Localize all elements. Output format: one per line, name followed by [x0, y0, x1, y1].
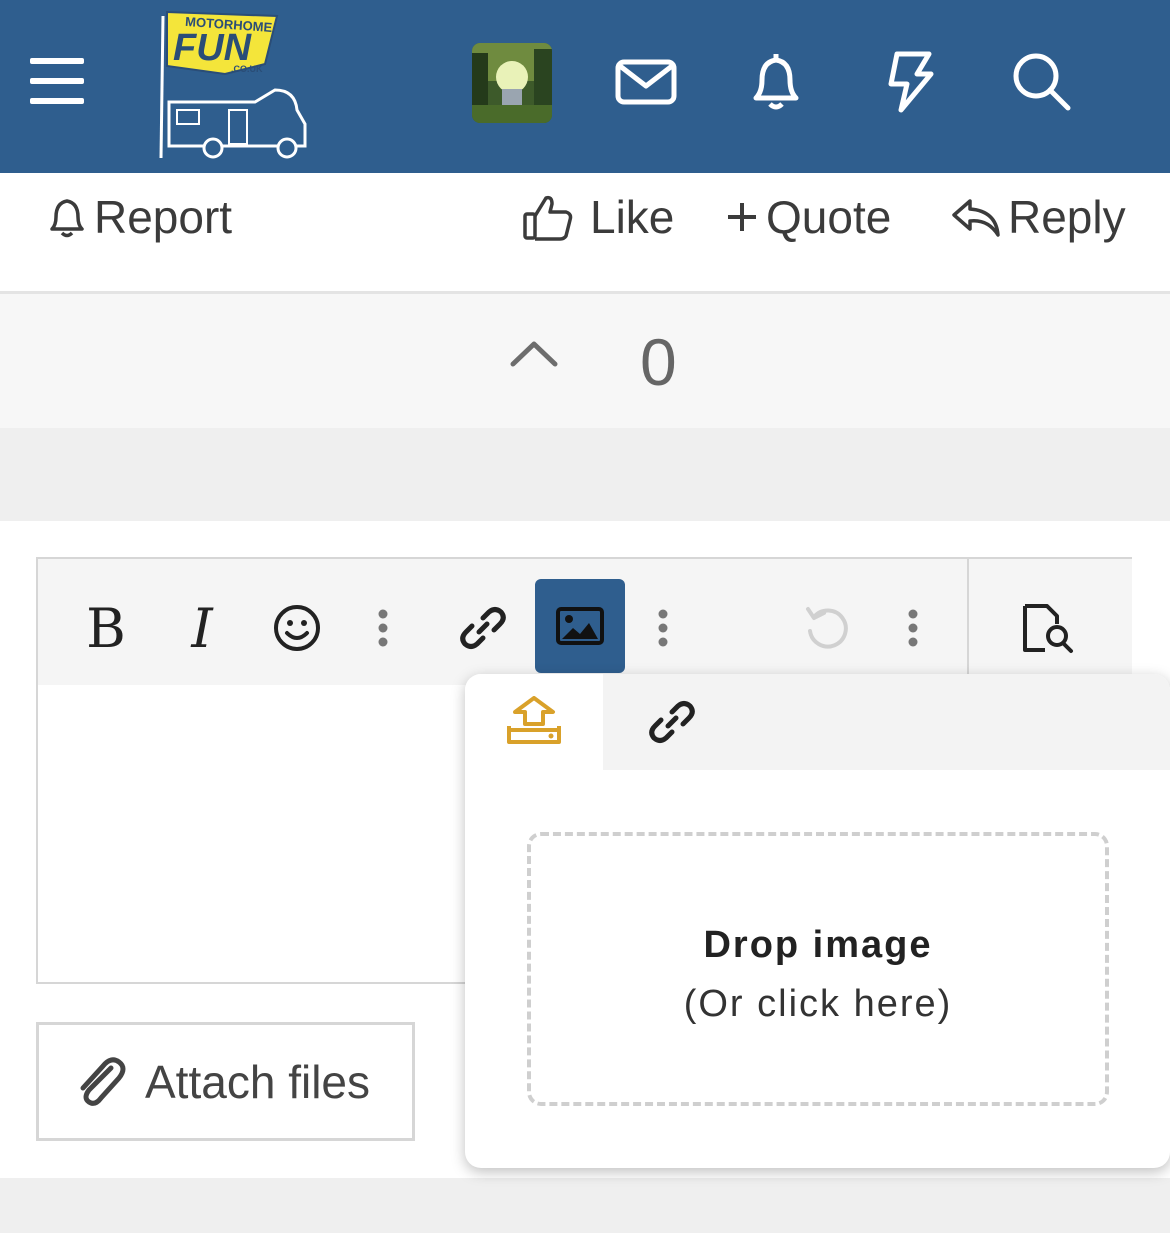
tab-link[interactable]	[603, 674, 741, 770]
site-logo[interactable]: MOTORHOME FUN .CO.UK	[155, 6, 315, 166]
bold-button[interactable]: B	[86, 581, 126, 675]
paperclip-icon	[80, 1056, 126, 1106]
envelope-icon[interactable]	[612, 48, 680, 116]
smiley-icon[interactable]	[270, 581, 324, 675]
image-dropzone[interactable]: Drop image (Or click here)	[527, 832, 1109, 1106]
bell-icon[interactable]	[742, 48, 810, 116]
user-avatar[interactable]	[472, 43, 552, 123]
thumbs-up-icon	[523, 195, 573, 241]
undo-icon	[800, 581, 854, 675]
lightning-icon[interactable]	[875, 48, 943, 116]
quote-label: Quote	[766, 191, 892, 243]
logo-sub-text: .CO.UK	[231, 64, 263, 74]
quote-button[interactable]: Quote	[724, 187, 891, 247]
toolbar-divider	[967, 559, 969, 685]
footer-divider	[0, 1178, 1170, 1233]
reply-arrow-icon	[952, 199, 1000, 237]
upload-icon	[507, 696, 561, 744]
more-options-icon[interactable]	[368, 581, 398, 675]
post-actions: Report Like Quote Reply	[0, 173, 1170, 294]
like-label: Like	[590, 191, 675, 243]
insert-image-popup: Drop image (Or click here)	[465, 674, 1170, 1168]
attach-files-label: Attach files	[145, 1055, 370, 1108]
popup-tabs	[465, 674, 1170, 770]
top-header: MOTORHOME FUN .CO.UK	[0, 0, 1170, 173]
link-icon	[649, 701, 695, 743]
vote-count: 0	[640, 325, 677, 399]
insert-image-button[interactable]	[535, 579, 625, 673]
report-label: Report	[94, 191, 233, 243]
like-button[interactable]: Like	[522, 187, 674, 247]
reply-label: Reply	[1008, 191, 1126, 243]
plus-icon	[728, 203, 756, 231]
link-icon[interactable]	[456, 581, 510, 675]
vote-bar: 0	[0, 294, 1170, 428]
italic-button[interactable]: I	[182, 581, 222, 675]
dropzone-title: Drop image	[703, 924, 933, 966]
section-divider	[0, 428, 1170, 521]
tab-upload[interactable]	[465, 674, 603, 770]
preview-icon[interactable]	[1016, 581, 1080, 675]
reply-button[interactable]: Reply	[950, 187, 1126, 247]
logo-main-text: FUN	[173, 27, 253, 69]
more-options-icon[interactable]	[898, 581, 928, 675]
search-icon[interactable]	[1008, 48, 1076, 116]
image-icon	[556, 607, 604, 645]
upvote-chevron-icon[interactable]	[505, 334, 563, 374]
dropzone-subtitle: (Or click here)	[683, 983, 953, 1025]
editor-toolbar: B I	[38, 559, 1132, 685]
more-options-icon[interactable]	[648, 581, 678, 675]
bell-icon	[50, 199, 84, 238]
menu-icon[interactable]	[30, 58, 84, 104]
report-button[interactable]: Report	[46, 187, 232, 247]
attach-files-button[interactable]: Attach files	[36, 1022, 415, 1141]
